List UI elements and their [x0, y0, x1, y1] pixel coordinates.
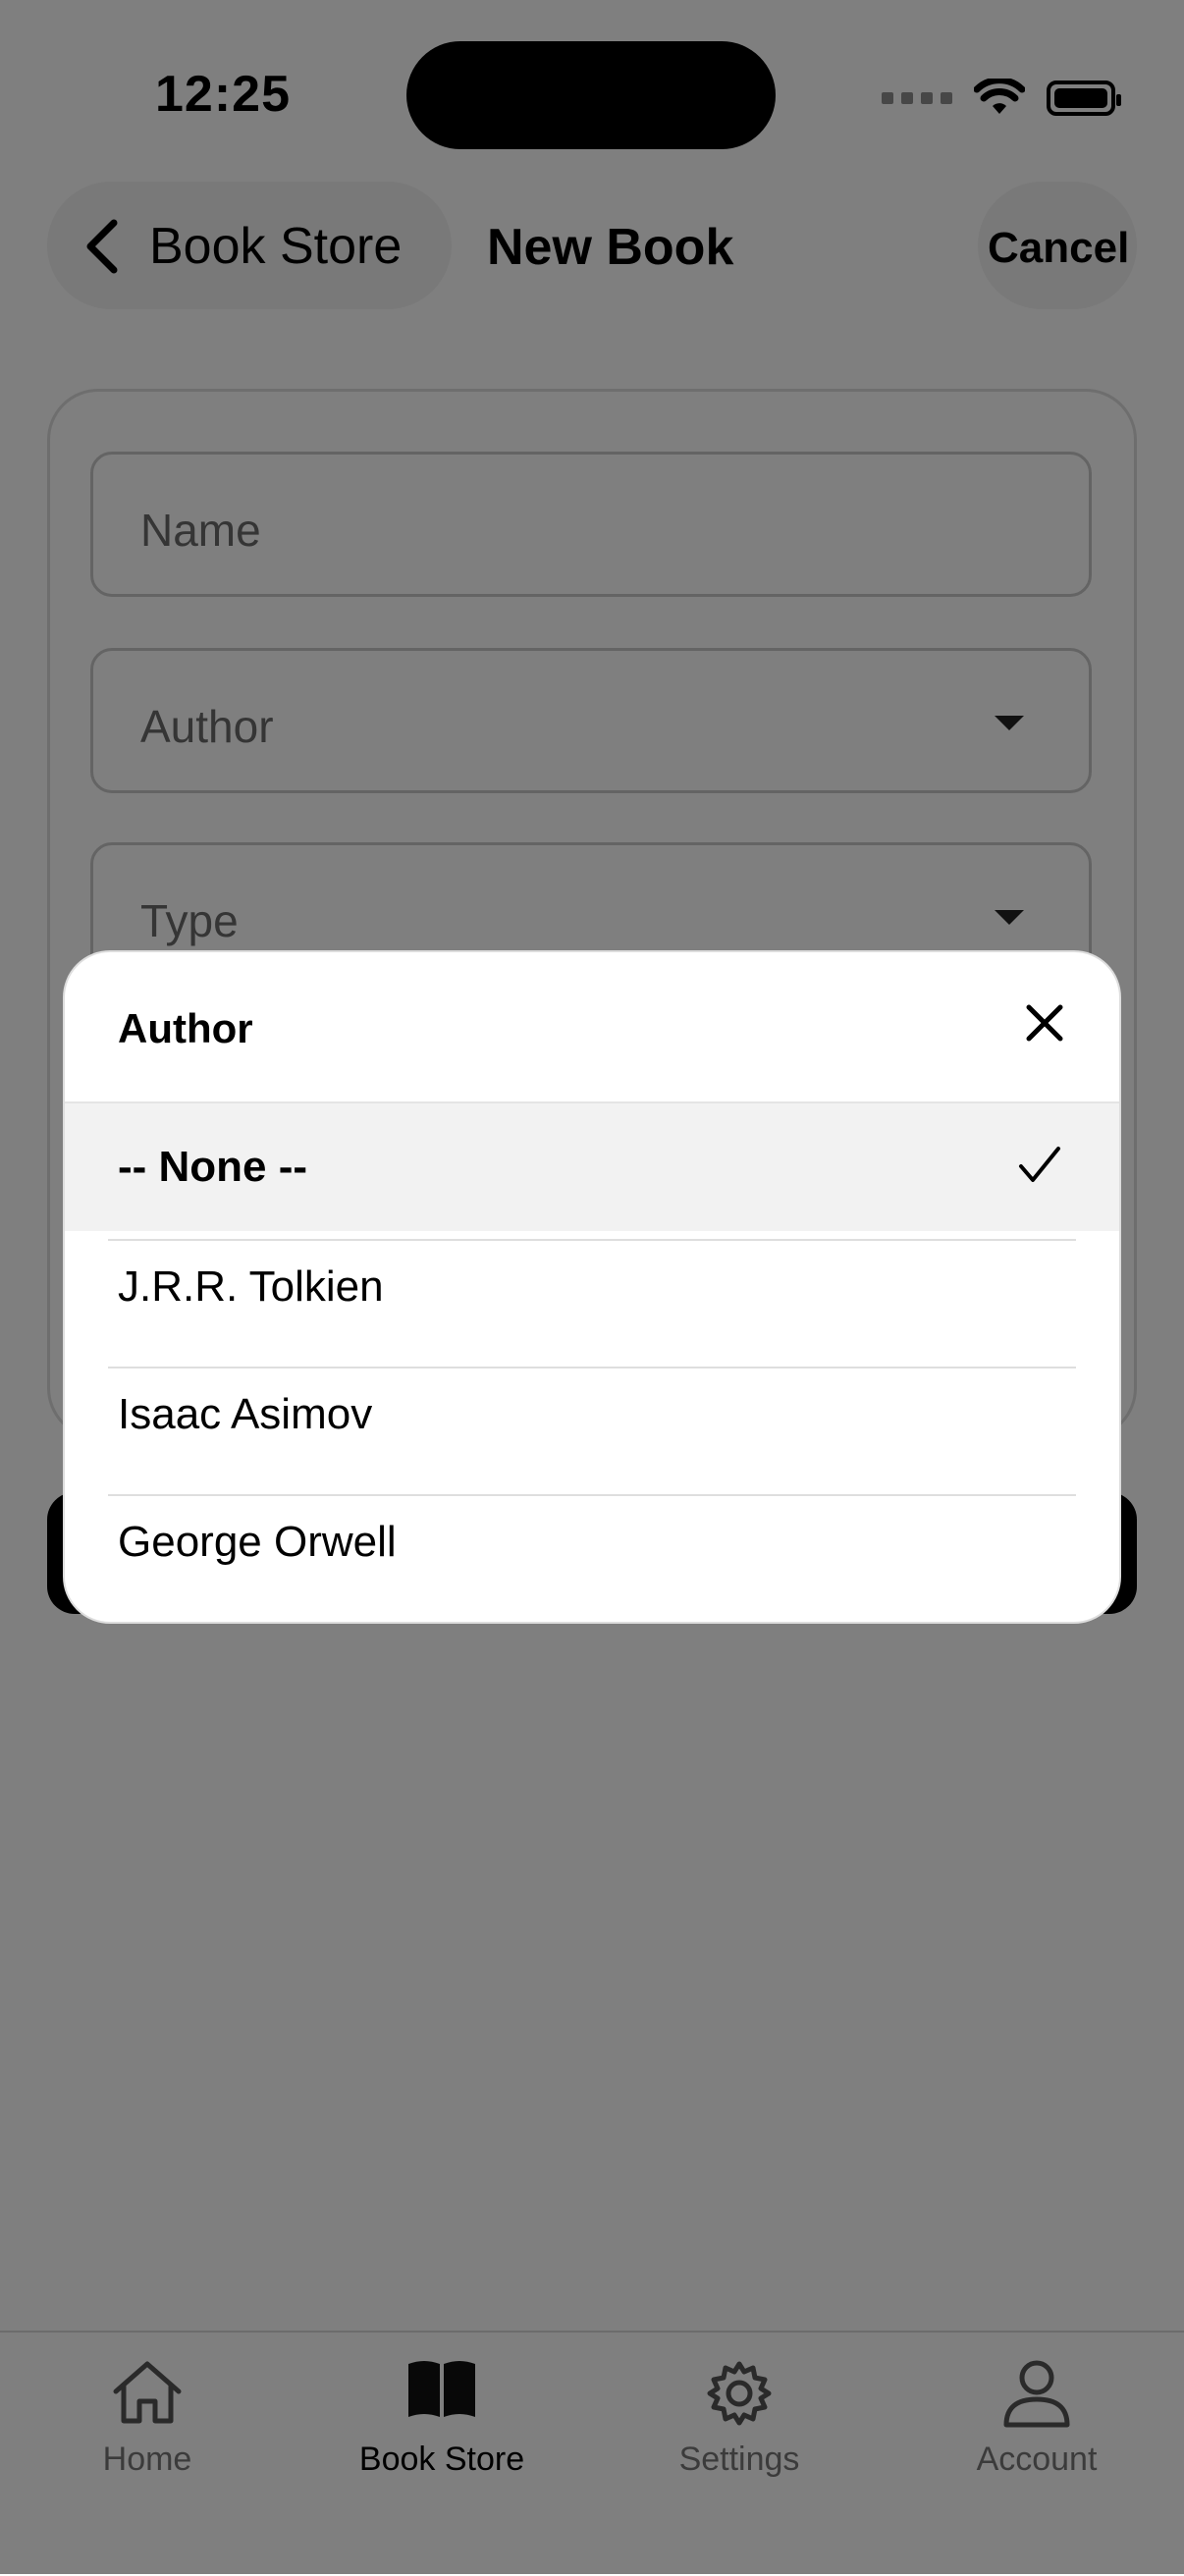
author-picker-modal: Author -- None -- J.R.R. Tolkien Isaac A… — [63, 950, 1121, 1624]
option-label: -- None -- — [118, 1143, 308, 1191]
modal-header: Author — [65, 952, 1119, 1103]
app-screen: 12:25 Book Store New Book Cancel Name Au… — [0, 0, 1184, 2576]
option-asimov[interactable]: Isaac Asimov — [65, 1368, 1119, 1496]
option-label: George Orwell — [118, 1518, 397, 1566]
option-label: Isaac Asimov — [118, 1390, 373, 1438]
modal-title: Author — [118, 1005, 253, 1051]
checkmark-icon — [1019, 1147, 1060, 1182]
option-label: J.R.R. Tolkien — [118, 1262, 384, 1311]
option-orwell[interactable]: George Orwell — [65, 1496, 1119, 1622]
option-none[interactable]: -- None -- — [65, 1103, 1119, 1231]
close-icon[interactable] — [1025, 1003, 1064, 1043]
option-tolkien[interactable]: J.R.R. Tolkien — [65, 1241, 1119, 1368]
